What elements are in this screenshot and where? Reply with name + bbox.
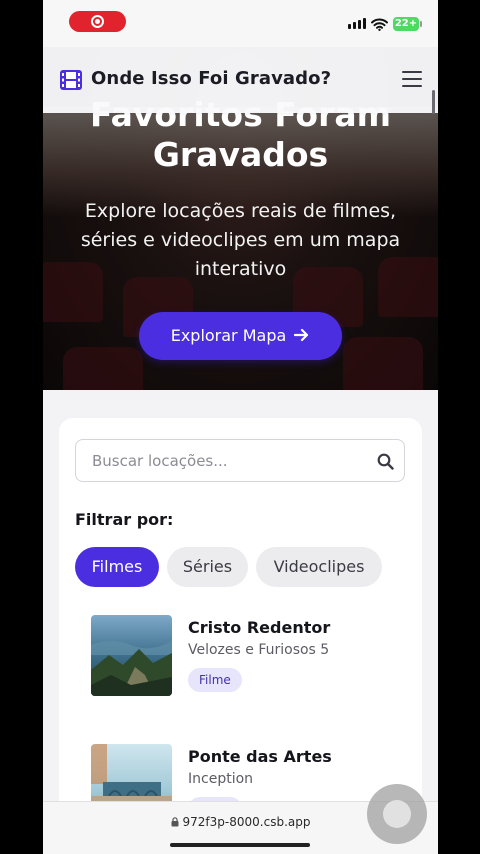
search-input[interactable]: Buscar locações... bbox=[75, 439, 405, 482]
type-badge: Filme bbox=[188, 668, 242, 692]
wifi-icon bbox=[371, 16, 388, 35]
location-name: Cristo Redentor bbox=[188, 618, 331, 637]
locations-panel: Buscar locações... Filtrar por: Filmes S… bbox=[59, 418, 422, 854]
hero-title-line2: Gravados bbox=[152, 135, 329, 174]
arrow-right-icon bbox=[294, 313, 310, 361]
filter-chip-filmes[interactable]: Filmes bbox=[75, 547, 159, 587]
filter-chip-videoclipes[interactable]: Videoclipes bbox=[256, 547, 382, 587]
seat-decor bbox=[343, 337, 423, 390]
explore-map-label: Explorar Mapa bbox=[170, 326, 287, 345]
home-indicator[interactable] bbox=[170, 843, 310, 847]
location-thumbnail bbox=[91, 615, 172, 696]
page-scrollbar[interactable] bbox=[432, 90, 435, 114]
assistive-touch-button[interactable] bbox=[367, 784, 427, 844]
app-title[interactable]: Onde Isso Foi Gravado? bbox=[91, 68, 331, 89]
hero-subtitle: Explore locações reais de filmes, séries… bbox=[80, 200, 401, 280]
signal-icon bbox=[348, 18, 366, 29]
battery-icon: 22+ bbox=[393, 17, 422, 31]
phone-screen: Favoritos Foram Gravados Explore locaçõe… bbox=[43, 0, 438, 854]
search-icon[interactable] bbox=[377, 453, 394, 474]
seat-decor bbox=[63, 347, 143, 390]
location-name: Ponte das Artes bbox=[188, 747, 332, 766]
status-bar: 22+ bbox=[43, 0, 438, 47]
location-work: Velozes e Furiosos 5 bbox=[188, 642, 330, 658]
filter-chip-series[interactable]: Séries bbox=[167, 547, 248, 587]
record-icon bbox=[91, 15, 104, 28]
menu-icon[interactable] bbox=[402, 71, 422, 92]
film-icon[interactable] bbox=[59, 69, 83, 95]
location-item[interactable]: Cristo Redentor Velozes e Furiosos 5 Fil… bbox=[91, 615, 391, 705]
lock-icon bbox=[171, 816, 179, 830]
location-work: Inception bbox=[188, 771, 254, 787]
url-text: 972f3p-8000.csb.app bbox=[182, 815, 311, 829]
search-placeholder: Buscar locações... bbox=[92, 452, 228, 470]
filter-label: Filtrar por: bbox=[75, 510, 174, 529]
explore-map-button[interactable]: Explorar Mapa bbox=[139, 312, 342, 360]
app-header: Onde Isso Foi Gravado? bbox=[43, 47, 438, 113]
